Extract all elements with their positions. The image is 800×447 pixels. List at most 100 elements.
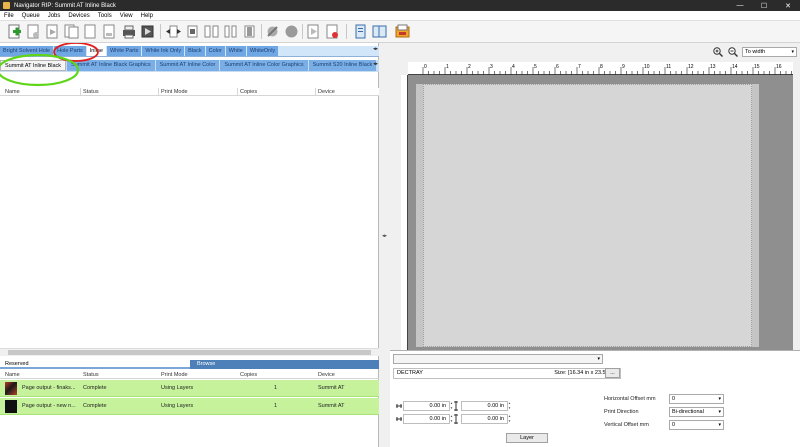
media-more-button[interactable]: ... [605, 368, 620, 378]
queue-icon[interactable] [324, 23, 341, 40]
col-status[interactable]: Status [83, 371, 99, 379]
col-copies[interactable]: Copies [240, 371, 257, 379]
offset-field-3[interactable]: 0.00 in [403, 414, 450, 424]
zoom-out-icon[interactable] [728, 47, 738, 57]
col-status[interactable]: Status [83, 88, 99, 96]
offset-field-1[interactable]: 0.00 in [403, 401, 450, 411]
ruler-label: 10 [644, 64, 650, 70]
splitter-grip-icon[interactable]: ◂▸ [382, 233, 387, 239]
stepper-icon[interactable]: ▲ ▼ [508, 401, 511, 411]
toolbar [0, 21, 800, 43]
col-name[interactable]: Name [5, 88, 20, 96]
ruler-label: 16 [776, 64, 782, 70]
ruler-ticks: 0 1 2 3 4 5 6 7 8 9 10 11 12 13 14 15 16 [422, 64, 792, 75]
row-print-mode: Using Layers [161, 385, 194, 391]
pause-icon[interactable] [305, 23, 322, 40]
chevron-down-icon: ▾ [718, 409, 721, 415]
settings-icon[interactable] [394, 23, 411, 40]
tile-icon[interactable] [165, 23, 182, 40]
step-repeat-icon[interactable] [184, 23, 201, 40]
table-row[interactable]: Page output - new n... Complete Using La… [0, 398, 379, 415]
stop-icon[interactable] [264, 23, 281, 40]
menu-file[interactable]: File [4, 13, 14, 19]
layer-button[interactable]: Layer [506, 433, 548, 443]
menu-queue[interactable]: Queue [22, 13, 40, 19]
color-icon[interactable] [371, 23, 388, 40]
offset-field-4[interactable]: 0.00 in [461, 414, 508, 424]
job-properties-icon[interactable] [44, 23, 61, 40]
print-direction-value: Bi-directional [672, 409, 704, 415]
column-divider[interactable] [80, 88, 81, 96]
table-row[interactable]: Page output - finaks... Complete Using L… [0, 380, 379, 397]
col-device[interactable]: Device [318, 371, 335, 379]
offset-fields: 0.00 in ▲ ▼ 0.00 in ▲ ▼ 0.00 in ▲ ▼ 0.00 in… [396, 401, 520, 428]
tray-field[interactable]: DECTRAY Size: [16.34 in x 23.50 in] [393, 368, 621, 379]
menu-jobs[interactable]: Jobs [48, 13, 61, 19]
media-dropdown[interactable]: ▾ [393, 354, 603, 364]
print-icon[interactable] [101, 23, 118, 40]
preview-icon[interactable] [120, 23, 137, 40]
ruler-label: 12 [688, 64, 694, 70]
ruler-label: 1 [446, 64, 449, 70]
tab-browse[interactable]: Browse [190, 360, 379, 369]
col-print-mode[interactable]: Print Mode [161, 371, 188, 379]
delete-job-icon[interactable] [82, 23, 99, 40]
split-icon[interactable] [203, 23, 220, 40]
job-table-header: Name Status Print Mode Copies Device [0, 88, 379, 96]
column-divider[interactable] [315, 88, 316, 96]
hold-icon[interactable] [241, 23, 258, 40]
close-button[interactable]: ✕ [776, 0, 800, 11]
column-divider[interactable] [158, 88, 159, 96]
open-job-icon[interactable] [25, 23, 42, 40]
media-page[interactable] [416, 84, 759, 347]
device-icon[interactable] [352, 23, 369, 40]
nest-icon[interactable] [139, 23, 156, 40]
ruler-label: 8 [600, 64, 603, 70]
window-title: Navigator RIP: Summit AT Inline Black [14, 2, 116, 9]
ruler-label: 14 [732, 64, 738, 70]
preview-panel: To width ▾ 0 1 2 3 4 5 6 7 8 9 10 11 12 13 14 15 16 ▾ DE… [390, 43, 800, 447]
lower-tab-strip: Reserved Browse [0, 360, 379, 369]
menu-view[interactable]: View [120, 13, 133, 19]
scrollbar-thumb[interactable] [8, 350, 371, 355]
col-name[interactable]: Name [5, 371, 20, 379]
ruler-label: 4 [512, 64, 515, 70]
panel-splitter[interactable]: ◂▸ [379, 43, 390, 447]
horizontal-ruler: 0 1 2 3 4 5 6 7 8 9 10 11 12 13 14 15 16 [408, 62, 793, 75]
row-copies: 1 [274, 385, 278, 391]
ruler-label: 15 [754, 64, 760, 70]
ruler-label: 13 [710, 64, 716, 70]
tab-reserved[interactable]: Reserved [0, 360, 190, 369]
menu-bar: File Queue Jobs Devices Tools View Help [0, 11, 800, 21]
menu-help[interactable]: Help [141, 13, 153, 19]
horizontal-offset-label: Horizontal Offset mm [604, 396, 656, 402]
play-icon[interactable] [283, 23, 300, 40]
menu-devices[interactable]: Devices [68, 13, 89, 19]
stepper-icon[interactable]: ▲ ▼ [508, 414, 511, 424]
copy-job-icon[interactable] [63, 23, 80, 40]
horizontal-offset-select[interactable]: 0 ▾ [669, 394, 724, 404]
chevron-down-icon: ▾ [791, 49, 794, 55]
chevron-down-icon: ▾ [597, 356, 600, 362]
job-thumbnail [5, 382, 17, 395]
print-direction-select[interactable]: Bi-directional ▾ [669, 407, 724, 417]
maximize-button[interactable]: ☐ [752, 0, 776, 11]
job-table-hscrollbar[interactable] [0, 348, 379, 356]
column-divider[interactable] [237, 88, 238, 96]
col-device[interactable]: Device [318, 88, 335, 96]
offset-field-2[interactable]: 0.00 in [461, 401, 508, 411]
horizontal-align-icon [396, 404, 402, 408]
ruler-label: 3 [490, 64, 493, 70]
col-copies[interactable]: Copies [240, 88, 257, 96]
col-print-mode[interactable]: Print Mode [161, 88, 188, 96]
zoom-select[interactable]: To width ▾ [742, 47, 797, 57]
ruler-label: 11 [666, 64, 671, 70]
add-job-icon[interactable] [6, 23, 23, 40]
ruler-label: 0 [424, 64, 427, 70]
menu-tools[interactable]: Tools [98, 13, 112, 19]
rip-icon[interactable] [222, 23, 239, 40]
horizontal-offset-value: 0 [672, 396, 676, 402]
zoom-in-icon[interactable] [713, 47, 723, 57]
minimize-button[interactable]: — [728, 0, 752, 11]
vertical-offset-select[interactable]: 0 ▾ [669, 420, 724, 430]
